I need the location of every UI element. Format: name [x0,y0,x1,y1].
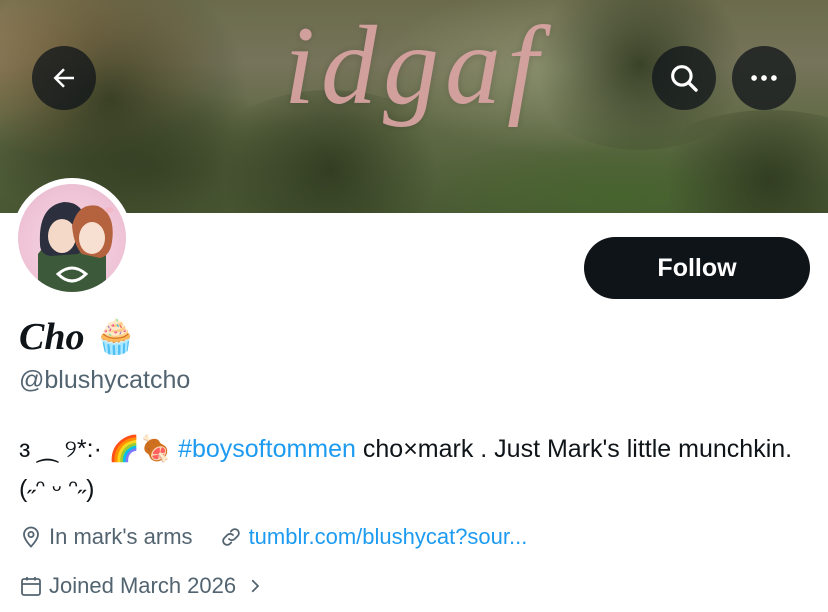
website-link[interactable]: tumblr.com/blushycat?sour... [249,524,528,550]
more-options-button[interactable] [732,46,796,110]
search-button[interactable] [652,46,716,110]
follow-button[interactable]: Follow [584,237,810,299]
display-name: Cho 🧁 [19,315,137,359]
joined-text: Joined March 2026 [49,573,237,598]
joined-row[interactable]: Joined March 2026 [19,573,264,599]
profile-banner[interactable]: idgaf [0,0,828,213]
cupcake-emoji: 🧁 [94,318,137,356]
chevron-right-icon [246,577,264,595]
bio-prefix: ɜ ⁔ ୨*:· 🌈🍖 [19,435,172,463]
profile-meta-row: In mark's arms tumblr.com/blushycat?sour… [19,524,527,550]
bio: ɜ ⁔ ୨*:· 🌈🍖 #boysoftommen cho×mark . Jus… [19,429,809,509]
back-button[interactable] [32,46,96,110]
calendar-icon [19,574,43,598]
more-icon [751,75,777,81]
user-handle: @blushycatcho [19,366,191,394]
avatar-image [18,184,126,292]
location-pin-icon [19,525,43,549]
search-icon [671,65,698,92]
display-name-text: Cho [19,316,85,358]
bio-hashtag-link[interactable]: #boysoftommen [178,435,356,463]
avatar[interactable] [12,178,132,298]
arrow-left-icon [53,68,74,88]
link-icon [219,525,243,549]
location-text: In mark's arms [49,524,193,549]
